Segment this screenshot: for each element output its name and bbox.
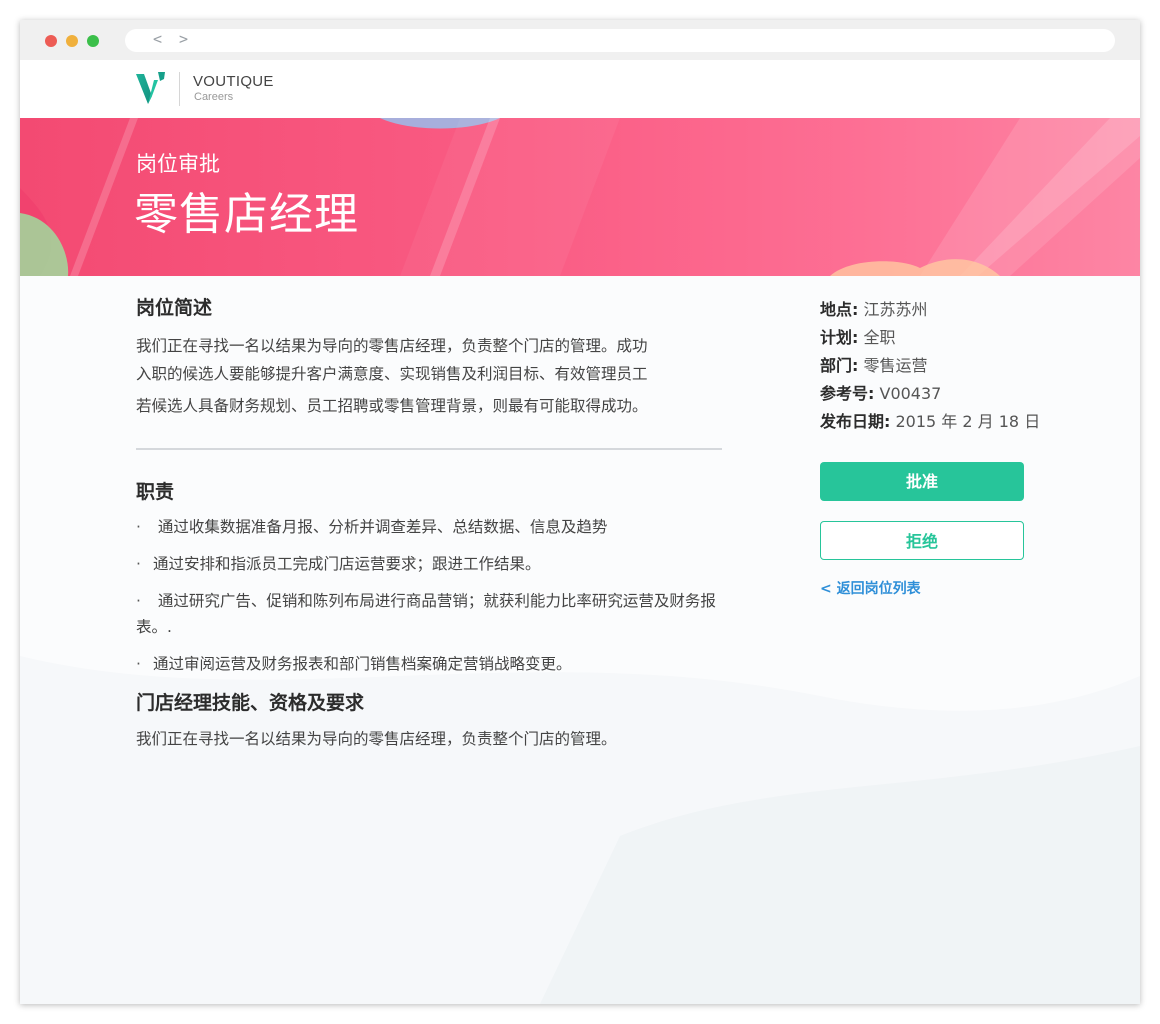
list-item-text: 通过研究广告、促销和陈列布局进行商品营销；就获利能力比率研究运营及财务报表。. xyxy=(136,592,716,636)
meta-value: V00437 xyxy=(879,384,942,403)
summary-heading: 岗位简述 xyxy=(136,297,213,319)
skills-text: 我们正在寻找一名以结果为导向的零售店经理，负责整个门店的管理。 xyxy=(136,730,617,748)
job-sidebar: 地点: 江苏苏州 计划: 全职 部门: 零售运营 参考号: V00437 发布日… xyxy=(820,296,1080,598)
brand-name[interactable]: VOUTIQUE xyxy=(193,73,274,90)
meta-reference: 参考号: V00437 xyxy=(820,380,1080,408)
meta-label: 计划: xyxy=(820,328,859,347)
voutique-logo-icon xyxy=(136,72,165,104)
address-bar[interactable]: < > xyxy=(125,29,1115,52)
meta-post-date: 发布日期: 2015 年 2 月 18 日 xyxy=(820,408,1080,436)
list-item-text: 通过收集数据准备月报、分析并调查差异、总结数据、信息及趋势 xyxy=(152,518,608,536)
bullet-icon: · xyxy=(136,592,141,610)
maximize-window-dot[interactable] xyxy=(87,35,99,47)
list-item-text: 通过审阅运营及财务报表和部门销售档案确定营销战略变更。 xyxy=(152,655,572,673)
meta-plan: 计划: 全职 xyxy=(820,324,1080,352)
site-header: VOUTIQUE Careers xyxy=(20,60,1140,118)
meta-value: 全职 xyxy=(863,328,896,347)
meta-location: 地点: 江苏苏州 xyxy=(820,296,1080,324)
brand-subtitle: Careers xyxy=(194,91,234,103)
bullet-icon: · xyxy=(136,655,141,673)
page-title: 零售店经理 xyxy=(134,189,359,240)
bullet-icon: · xyxy=(136,518,141,536)
hero-banner: 岗位审批 零售店经理 xyxy=(20,118,1140,276)
back-to-jobs-link[interactable]: < 返回岗位列表 xyxy=(820,578,1080,598)
meta-value: 江苏苏州 xyxy=(863,300,928,319)
meta-value: 2015 年 2 月 18 日 xyxy=(895,412,1041,431)
nav-arrows-icon[interactable]: < > xyxy=(153,30,192,48)
reject-button[interactable]: 拒绝 xyxy=(820,521,1024,560)
bullet-icon: · xyxy=(136,555,141,573)
summary-line-1: 我们正在寻找一名以结果为导向的零售店经理，负责整个门店的管理。成功 xyxy=(136,337,648,355)
responsibilities-heading: 职责 xyxy=(136,481,175,503)
meta-value: 零售运营 xyxy=(863,356,928,375)
meta-label: 部门: xyxy=(820,356,859,375)
browser-window: < > VOUTIQUE Careers 岗位审批 零售店经理 岗位简述 我们正… xyxy=(20,20,1140,1004)
list-item: · 通过安排和指派员工完成门店运营要求；跟进工作结果。 xyxy=(136,551,726,577)
meta-label: 发布日期: xyxy=(820,412,891,431)
summary-line-2: 入职的候选人要能够提升客户满意度、实现销售及利润目标、有效管理员工 xyxy=(136,365,648,383)
minimize-window-dot[interactable] xyxy=(66,35,78,47)
list-item: · 通过审阅运营及财务报表和部门销售档案确定营销战略变更。 xyxy=(136,651,726,677)
meta-label: 地点: xyxy=(820,300,859,319)
meta-department: 部门: 零售运营 xyxy=(820,352,1080,380)
skills-heading: 门店经理技能、资格及要求 xyxy=(136,692,365,714)
browser-chrome: < > xyxy=(20,20,1140,60)
meta-label: 参考号: xyxy=(820,384,875,403)
logo-divider xyxy=(179,72,180,106)
list-item: · 通过研究广告、促销和陈列布局进行商品营销；就获利能力比率研究运营及财务报表。… xyxy=(136,588,726,640)
close-window-dot[interactable] xyxy=(45,35,57,47)
summary-line-3: 若候选人具备财务规划、员工招聘或零售管理背景，则最有可能取得成功。 xyxy=(136,397,648,415)
list-item-text: 通过安排和指派员工完成门店运营要求；跟进工作结果。 xyxy=(152,555,541,573)
section-divider xyxy=(136,448,722,450)
responsibilities-list: · 通过收集数据准备月报、分析并调查差异、总结数据、信息及趋势 · 通过安排和指派… xyxy=(136,514,726,677)
list-item: · 通过收集数据准备月报、分析并调查差异、总结数据、信息及趋势 xyxy=(136,514,726,540)
job-main-content: 岗位简述 我们正在寻找一名以结果为导向的零售店经理，负责整个门店的管理。成功 入… xyxy=(136,296,726,753)
approve-button[interactable]: 批准 xyxy=(820,462,1024,501)
hero-subtitle: 岗位审批 xyxy=(136,152,220,176)
